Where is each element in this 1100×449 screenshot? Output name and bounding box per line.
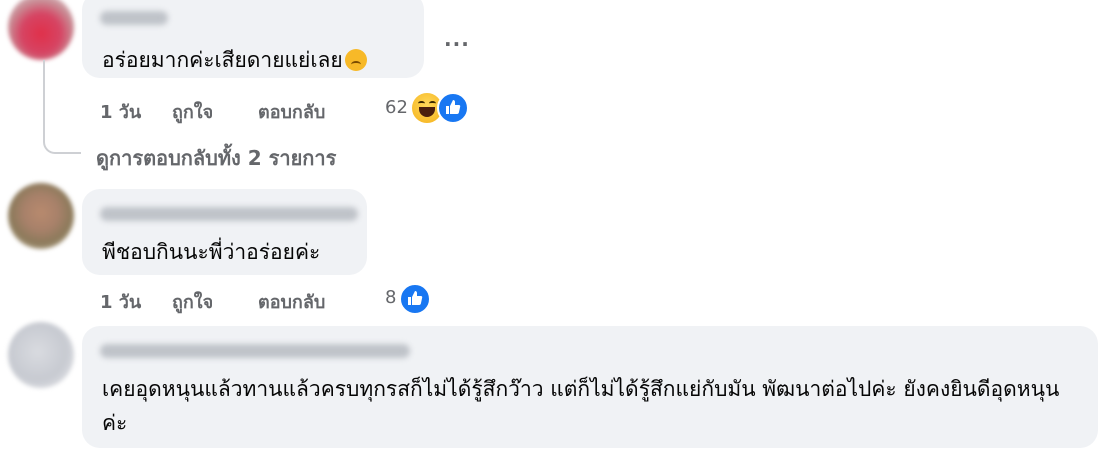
comment-timestamp[interactable]: 1 วัน xyxy=(100,97,141,126)
commenter-avatar[interactable] xyxy=(8,0,74,60)
commenter-avatar[interactable] xyxy=(8,183,74,249)
comment-timestamp[interactable]: 1 วัน xyxy=(100,287,141,316)
like-reaction-icon[interactable] xyxy=(399,283,431,315)
reply-thread-connector xyxy=(43,60,81,154)
sad-tear-emoji-icon xyxy=(344,49,367,71)
like-button[interactable]: ถูกใจ xyxy=(172,97,213,126)
reply-button[interactable]: ตอบกลับ xyxy=(258,97,325,126)
more-options-button[interactable]: ··· xyxy=(444,32,470,56)
like-reaction-icon[interactable] xyxy=(437,92,469,124)
like-button[interactable]: ถูกใจ xyxy=(172,287,213,316)
comment-text: อร่อยมากค่ะเสียดายแย่เลย xyxy=(102,43,367,77)
reaction-count[interactable]: 8 xyxy=(385,287,396,308)
blurred-author-name[interactable] xyxy=(100,11,168,25)
blurred-author-name[interactable] xyxy=(100,207,358,221)
commenter-avatar[interactable] xyxy=(8,322,74,388)
reply-button[interactable]: ตอบกลับ xyxy=(258,287,325,316)
reaction-count[interactable]: 62 xyxy=(385,97,408,118)
comment-text: พีชอบกินนะพี่ว่าอร่อยค่ะ xyxy=(102,240,321,264)
blurred-author-name[interactable] xyxy=(100,344,410,358)
comment-text: เคยอุดหนุนแล้วทานแล้วครบทุกรสก็ไม่ได้รู้… xyxy=(102,377,1060,435)
view-replies-link[interactable]: ดูการตอบกลับทั้ง 2 รายการ xyxy=(96,142,336,174)
